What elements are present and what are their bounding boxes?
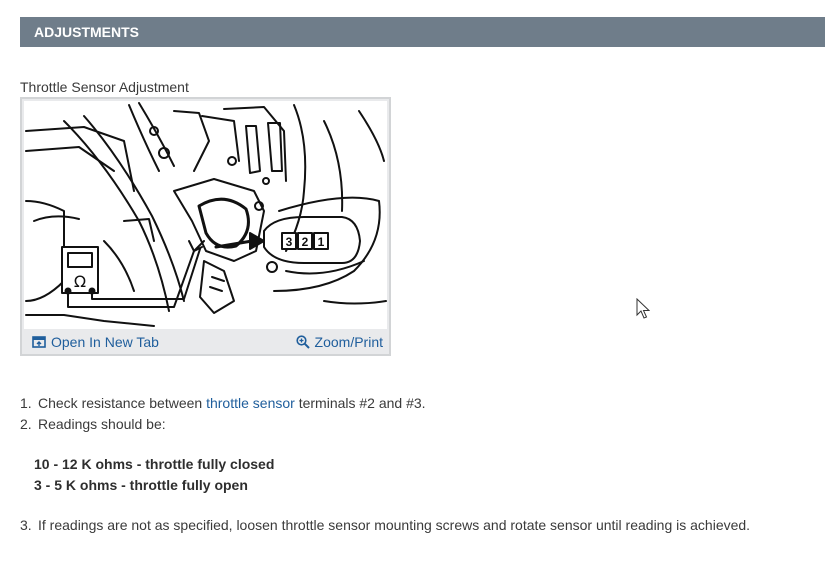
list-item: 2. Readings should be:	[20, 416, 166, 432]
list-item: 1. Check resistance between throttle sens…	[20, 395, 426, 411]
open-in-new-tab-label: Open In New Tab	[51, 334, 159, 350]
figure-container: 3 2 1 Ω Open In New Tab Zoom/Print	[20, 97, 391, 356]
throttle-sensor-diagram[interactable]: 3 2 1 Ω	[24, 101, 387, 329]
step-number: 3.	[20, 517, 32, 533]
reading-open: 3 - 5 K ohms - throttle fully open	[34, 477, 248, 493]
zoom-print-link[interactable]: Zoom/Print	[295, 334, 383, 350]
mouse-cursor-icon	[636, 298, 650, 319]
open-in-new-tab-link[interactable]: Open In New Tab	[32, 334, 159, 350]
figure-toolbar: Open In New Tab Zoom/Print	[22, 329, 389, 354]
section-header: ADJUSTMENTS	[20, 17, 825, 47]
zoom-in-icon	[295, 335, 310, 349]
ohmmeter-symbol: Ω	[74, 272, 86, 291]
step-text: Check resistance between	[38, 395, 207, 411]
terminal-2: 2	[302, 235, 309, 249]
zoom-print-label: Zoom/Print	[314, 334, 383, 350]
step-text: If readings are not as specified, loosen…	[38, 517, 751, 533]
section-title: ADJUSTMENTS	[34, 24, 140, 40]
step-number: 2.	[20, 416, 32, 432]
new-tab-icon	[32, 336, 46, 348]
throttle-sensor-link[interactable]: throttle sensor	[206, 395, 295, 411]
step-text: terminals #2 and #3.	[294, 395, 426, 411]
list-item: 3. If readings are not as specified, loos…	[20, 517, 750, 533]
step-number: 1.	[20, 395, 32, 411]
figure-caption: Throttle Sensor Adjustment	[20, 79, 189, 95]
reading-closed: 10 - 12 K ohms - throttle fully closed	[34, 456, 275, 472]
step-text: Readings should be:	[38, 416, 166, 432]
terminal-3: 3	[286, 235, 293, 249]
terminal-1: 1	[318, 235, 325, 249]
